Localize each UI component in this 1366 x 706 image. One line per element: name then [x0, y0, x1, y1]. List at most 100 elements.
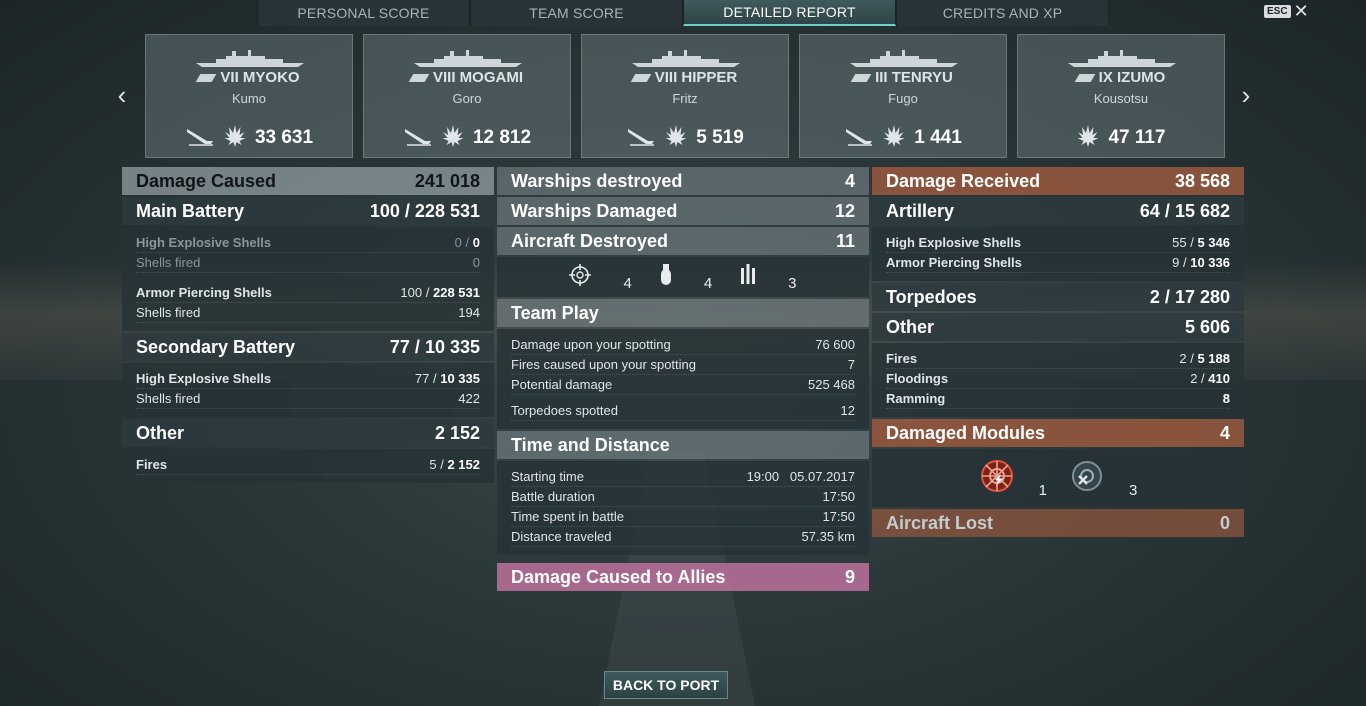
secondary-battery-details: High Explosive Shells 77 / 10 335 Shells … [122, 363, 494, 417]
ship-silhouette-icon [850, 50, 958, 67]
report-tabs: PERSONAL SCORE TEAM SCORE DETAILED REPOR… [257, 0, 1109, 26]
ship-silhouette-icon [196, 50, 304, 67]
esc-key-label: ESC [1264, 4, 1291, 18]
player-name: Goro [452, 91, 482, 106]
damage-caused-panel: Damage Caused 241 018 Main Battery 100 / 2… [122, 167, 494, 485]
steering-gear-damaged-icon [979, 458, 1015, 499]
time-in-battle-row: Time spent in battle 17:50 [511, 507, 855, 527]
chevron-right-icon[interactable]: › [1238, 82, 1254, 108]
ship-name: IX IZUMO [1098, 69, 1166, 86]
player-name: Fritz [672, 91, 698, 106]
ship-name: III TENRYU [875, 69, 953, 86]
cruiser-class-icon [850, 74, 872, 83]
received-other-header: Other 5 606 [872, 313, 1244, 341]
ship-silhouette-icon [414, 50, 522, 67]
ap-shells-row: Armor Piercing Shells 100 / 228 531 [136, 283, 480, 303]
damage-burst-icon [664, 123, 688, 152]
damage-burst-icon [223, 123, 247, 152]
tab-personal-score[interactable]: PERSONAL SCORE [257, 0, 470, 26]
damage-burst-icon [882, 123, 906, 152]
sunk-ship-icon [844, 123, 874, 152]
chevron-left-icon[interactable]: ‹ [114, 82, 130, 108]
ship-card[interactable]: VII MYOKO Kumo 33 631 [145, 34, 353, 158]
engine-destroyed-count: 3 [1129, 481, 1138, 499]
he-shells-row: High Explosive Shells 0 / 0 [136, 233, 480, 253]
team-play-header: Team Play [497, 299, 869, 327]
crosshair-icon [569, 264, 592, 290]
damage-received-header: Damage Received 38 568 [872, 167, 1244, 195]
damage-received-panel: Damage Received 38 568 Artillery 64 / 15 6… [872, 167, 1244, 539]
damage-caused-header: Damage Caused 241 018 [122, 167, 494, 195]
received-floodings-row: Floodings 2 / 410 [886, 369, 1230, 389]
he-shells-fired-row: Shells fired 0 [136, 253, 480, 273]
received-he-row: High Explosive Shells 55 / 5 346 [886, 233, 1230, 253]
crosshair-count: 4 [623, 274, 632, 292]
distance-row: Distance traveled 57.35 km [511, 527, 855, 547]
back-to-port-button[interactable]: BACK TO PORT [604, 671, 728, 699]
main-battery-details: High Explosive Shells 0 / 0 Shells fired 0… [122, 227, 494, 331]
secondary-battery-header: Secondary Battery 77 / 10 335 [122, 333, 494, 361]
time-distance-header: Time and Distance [497, 431, 869, 459]
warships-damaged-header: Warships Damaged 12 [497, 197, 869, 225]
player-name: Fugo [888, 91, 918, 106]
battle-duration-row: Battle duration 17:50 [511, 487, 855, 507]
ship-name: VIII MOGAMI [433, 69, 523, 86]
received-fires-row: Fires 2 / 5 188 [886, 349, 1230, 369]
artillery-header: Artillery 64 / 15 682 [872, 197, 1244, 225]
ship-silhouette-icon [1068, 50, 1176, 67]
cruiser-class-icon [408, 74, 430, 83]
artillery-details: High Explosive Shells 55 / 5 346 Armor Pi… [872, 227, 1244, 281]
ship-damage-value: 5 519 [696, 126, 744, 148]
starting-time-row: Starting time 19:00 05.07.2017 [511, 467, 855, 487]
aircraft-lost-header: Aircraft Lost 0 [872, 509, 1244, 537]
player-name: Kumo [232, 91, 266, 106]
other-damage-header: Other 2 152 [122, 419, 494, 447]
secondary-fired-row: Shells fired 422 [136, 389, 480, 409]
damaged-modules-header: Damaged Modules 4 [872, 419, 1244, 447]
engine-destroyed-icon [1069, 458, 1105, 499]
damage-burst-icon [1076, 123, 1100, 152]
received-ramming-row: Ramming 8 [886, 389, 1230, 409]
bomb-icon [660, 263, 672, 291]
secondary-he-row: High Explosive Shells 77 / 10 335 [136, 369, 480, 389]
rockets-icon [740, 264, 756, 290]
damaged-modules-icons: 1 3 [872, 449, 1244, 507]
close-button[interactable]: ESC ✕ [1264, 2, 1309, 20]
ship-damage-value: 47 117 [1108, 126, 1166, 148]
ship-damage-value: 33 631 [254, 126, 314, 148]
cruiser-class-icon [1074, 74, 1095, 83]
ship-card[interactable]: IX IZUMO Kousotsu 47 117 [1017, 34, 1225, 158]
damage-burst-icon [441, 123, 465, 152]
received-ap-row: Armor Piercing Shells 9 / 10 336 [886, 253, 1230, 273]
aircraft-destroyed-header: Aircraft Destroyed 11 [497, 227, 869, 255]
main-battery-header: Main Battery 100 / 228 531 [122, 197, 494, 225]
player-name: Kousotsu [1093, 91, 1149, 106]
ship-card[interactable]: VIII MOGAMI Goro 12 812 [363, 34, 571, 158]
aircraft-breakdown: 4 4 3 [497, 257, 869, 297]
bomb-count: 4 [703, 274, 713, 292]
ship-name: VII MYOKO [220, 69, 300, 86]
torpedoes-header: Torpedoes 2 / 17 280 [872, 283, 1244, 311]
time-distance-details: Starting time 19:00 05.07.2017 Battle dur… [497, 461, 869, 555]
ship-card[interactable]: III TENRYU Fugo 1 441 [799, 34, 1007, 158]
steering-gear-count: 1 [1038, 481, 1047, 499]
damage-to-allies-header: Damage Caused to Allies 9 [497, 563, 869, 591]
ship-damage-value: 1 441 [914, 126, 962, 148]
tab-team-score[interactable]: TEAM SCORE [470, 0, 683, 26]
fires-row: Fires 5 / 2 152 [136, 455, 480, 475]
sunk-ship-icon [185, 123, 215, 152]
received-other-details: Fires 2 / 5 188 Floodings 2 / 410 Ramming 8 [872, 343, 1244, 417]
ship-card[interactable]: VIII HIPPER Fritz 5 519 [581, 34, 789, 158]
tp-spotting-damage-row: Damage upon your spotting 76 600 [511, 335, 855, 355]
ship-name: VIII HIPPER [654, 69, 738, 86]
ship-silhouette-icon [632, 50, 740, 67]
tab-credits-and-xp[interactable]: CREDITS AND XP [896, 0, 1109, 26]
ap-shells-fired-row: Shells fired 194 [136, 303, 480, 323]
cruiser-class-icon [196, 74, 217, 83]
rockets-count: 3 [788, 274, 797, 292]
ship-damage-value: 12 812 [472, 126, 532, 148]
tab-detailed-report[interactable]: DETAILED REPORT [683, 0, 896, 26]
cruiser-class-icon [630, 74, 652, 83]
warships-destroyed-header: Warships destroyed 4 [497, 167, 869, 195]
close-icon[interactable]: ✕ [1294, 2, 1309, 20]
